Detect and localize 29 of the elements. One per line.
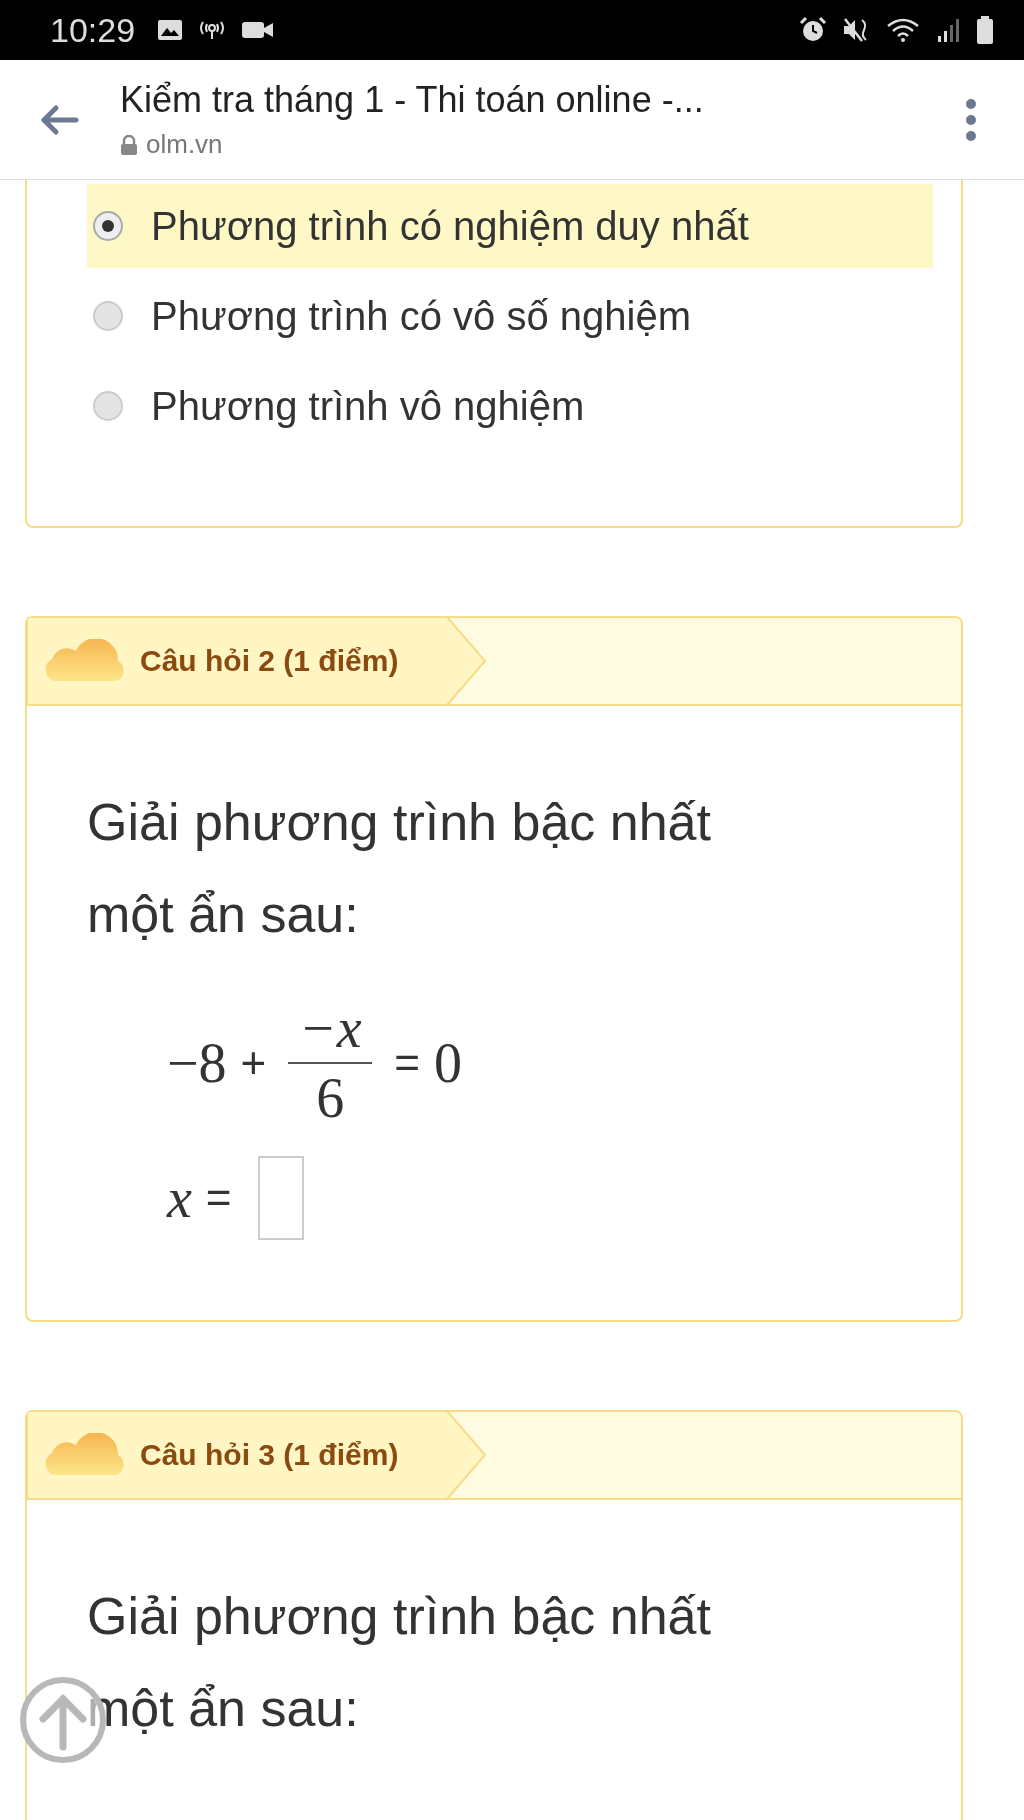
math-term: 0 bbox=[434, 1031, 462, 1095]
question-text: Giải phương trình bậc nhất một ẩn sau: bbox=[87, 792, 712, 945]
answer-field[interactable] bbox=[257, 1156, 304, 1240]
answer-option[interactable]: Phương trình có nghiệm duy nhất bbox=[87, 184, 933, 268]
math-term: −8 bbox=[167, 1031, 227, 1095]
lock-icon bbox=[120, 134, 138, 155]
status-time: 10:29 bbox=[50, 10, 136, 50]
question-title: Câu hỏi 3 (1 điểm) bbox=[140, 1438, 399, 1472]
url-text: olm.vn bbox=[146, 129, 223, 160]
battery-icon bbox=[976, 15, 994, 45]
question-title: Câu hỏi 2 (1 điểm) bbox=[140, 644, 399, 678]
fraction-numerator: −x bbox=[298, 1000, 362, 1056]
radio-button[interactable] bbox=[93, 211, 123, 241]
radio-button[interactable] bbox=[93, 301, 123, 331]
image-icon bbox=[157, 19, 184, 41]
page-title: Kiểm tra tháng 1 - Thi toán online -... bbox=[120, 79, 705, 121]
more-menu-icon[interactable] bbox=[964, 97, 978, 142]
math-variable: x bbox=[167, 1166, 192, 1230]
alarm-icon bbox=[798, 16, 828, 44]
radio-button[interactable] bbox=[93, 391, 123, 421]
answer-option[interactable]: Phương trình có vô số nghiệm bbox=[87, 274, 933, 358]
question-text: Giải phương trình bậc nhất một ẩn sau: bbox=[87, 1586, 712, 1739]
math-operator: + bbox=[240, 1038, 267, 1088]
video-icon bbox=[241, 19, 276, 41]
signal-icon bbox=[936, 16, 962, 44]
math-operator: = bbox=[205, 1173, 232, 1223]
math-operator: = bbox=[394, 1038, 420, 1088]
answer-option[interactable]: Phương trình vô nghiệm bbox=[87, 364, 933, 448]
fraction-denominator: 6 bbox=[316, 1070, 345, 1126]
